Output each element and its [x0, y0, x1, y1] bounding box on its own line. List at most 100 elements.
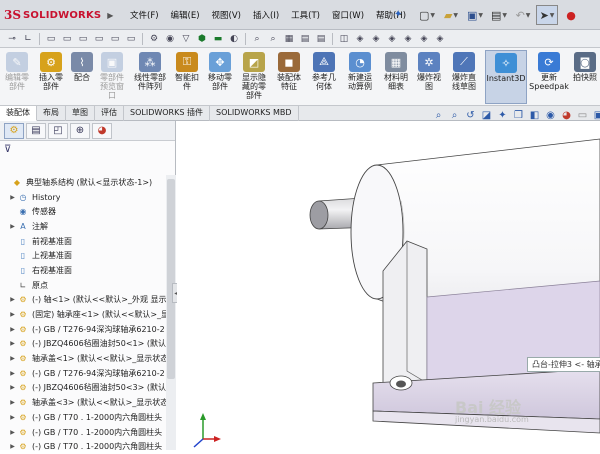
menu-help[interactable]: 帮助(H) [370, 9, 412, 21]
tree-item[interactable]: ▶ ⚙ (-) JBZQ4606毡圈油封50<3> (默认 [0, 381, 168, 396]
tree-item[interactable]: ▶ ⚙ (-) GB / T276-94深沟球轴承6210-2 [0, 322, 168, 337]
tree-item[interactable]: ▶ ⚙ (-) GB / T70 . 1-2000内六角圆柱头 [0, 425, 168, 440]
filter-icon[interactable]: ▽ [179, 32, 193, 46]
save-icon[interactable]: ▣ ▼ [464, 5, 486, 25]
linear-pattern-button[interactable]: ⁂ 线性零部 件阵列 [130, 50, 170, 104]
tab-layout[interactable]: 布局 [37, 106, 66, 121]
expand-arrow-icon[interactable]: ▶ [8, 355, 17, 362]
section-view-icon[interactable]: ◪ [480, 109, 493, 123]
instant3d-button[interactable]: ✧ Instant3D [485, 50, 527, 104]
magnify-icon[interactable]: ⌕ [266, 32, 280, 46]
tree-scrollbar[interactable] [166, 175, 176, 450]
component5-icon[interactable]: ▭ [108, 32, 122, 46]
filter-icon[interactable]: ⊽ [0, 141, 175, 157]
tree-item[interactable]: ▶ A 注解 [0, 219, 168, 234]
dimxpert-tab-icon[interactable]: ⊕ [70, 122, 90, 139]
dynamic-annotation-icon[interactable]: ✦ [496, 109, 509, 123]
apply-scene-icon[interactable]: ▭ [576, 109, 589, 123]
component3-icon[interactable]: ▭ [76, 32, 90, 46]
camera-icon[interactable]: ◫ [337, 32, 351, 46]
tree-item[interactable]: ◉ 传感器 [0, 204, 168, 219]
print-icon[interactable]: ▤ ▼ [488, 5, 510, 25]
view5-icon[interactable]: ◈ [417, 32, 431, 46]
expand-arrow-icon[interactable]: ▶ [8, 326, 17, 333]
insert-component-button[interactable]: ⚙ 插入零 部件 [34, 50, 68, 104]
tree-item[interactable]: ▯ 右视基准面 [0, 263, 168, 278]
component6-icon[interactable]: ▭ [124, 32, 138, 46]
expand-arrow-icon[interactable]: ▶ [8, 296, 17, 303]
tree-item[interactable]: ▶ ⚙ (-) JBZQ4606毡圈油封50<1> (默认 [0, 337, 168, 352]
tree-item[interactable]: ▶ ◷ History [0, 190, 168, 205]
component-preview-button[interactable]: ▣ 零部件 预览窗 口 [96, 50, 128, 104]
component-icon[interactable]: ▭ [44, 32, 58, 46]
zoom-icon[interactable]: ⌕ [250, 32, 264, 46]
new-document-icon[interactable]: ▢ ▼ [416, 5, 438, 25]
table-icon[interactable]: ▦ [282, 32, 296, 46]
options-gear-icon[interactable]: ⚙ [147, 32, 161, 46]
menu-edit[interactable]: 编辑(E) [165, 9, 206, 21]
configuration-manager-tab-icon[interactable]: ◰ [48, 122, 68, 139]
scrollbar-thumb[interactable] [167, 179, 175, 379]
show-hidden-components-button[interactable]: ◩ 显示隐 藏的零 部件 [238, 50, 270, 104]
tree-item[interactable]: ▶ ⚙ (-) 轴<1> (默认<<默认>_外观 显示 [0, 293, 168, 308]
expand-arrow-icon[interactable]: ▶ [8, 340, 17, 347]
display-icon[interactable]: ◉ [163, 32, 177, 46]
tree-item[interactable]: ▶ ⚙ 轴承盖<1> (默认<<默认>_显示状态 [0, 351, 168, 366]
expand-arrow-icon[interactable]: ▶ [8, 370, 17, 377]
tree-item[interactable]: ▶ ⚙ (-) GB / T70 . 1-2000内六角圆柱头 [0, 439, 168, 454]
view3-icon[interactable]: ◈ [385, 32, 399, 46]
assembly-features-button[interactable]: ◼ 装配体 特征 [272, 50, 306, 104]
shaft-face[interactable] [309, 200, 329, 230]
tree-item[interactable]: ▶ ⚙ 轴承盖<3> (默认<<默认>_显示状态 [0, 395, 168, 410]
sheet2-icon[interactable]: ▤ [314, 32, 328, 46]
view-settings-icon[interactable]: ▣ [592, 109, 600, 123]
assembly-3d-model[interactable] [177, 121, 600, 450]
menu-tools[interactable]: 工具(T) [285, 9, 326, 21]
tab-addins[interactable]: SOLIDWORKS 插件 [124, 106, 210, 121]
view-orientation-icon[interactable]: ❒ [512, 109, 525, 123]
view4-icon[interactable]: ◈ [401, 32, 415, 46]
expand-arrow-icon[interactable]: ▶ [8, 399, 17, 406]
component2-icon[interactable]: ▭ [60, 32, 74, 46]
sketch-origin-icon[interactable]: ∟ [21, 32, 35, 46]
undo-icon[interactable]: ↶ ▼ [512, 5, 534, 25]
new-motion-study-button[interactable]: ◔ 新建运 动算例 [344, 50, 376, 104]
tab-evaluate[interactable]: 评估 [95, 106, 124, 121]
expand-arrow-icon[interactable]: ▶ [8, 414, 17, 421]
hide-show-items-icon[interactable]: ◉ [544, 109, 557, 123]
tree-item[interactable]: ▶ ⚙ (-) GB / T70 . 1-2000内六角圆柱头 [0, 410, 168, 425]
explode-line-sketch-button[interactable]: ⟋ 爆炸直 线草图 [446, 50, 482, 104]
expand-arrow-icon[interactable]: ▶ [8, 384, 17, 391]
tree-item[interactable]: ▶ ⚙ (-) GB / T276-94深沟球轴承6210-2 [0, 366, 168, 381]
expand-arrow-icon[interactable]: ▶ [8, 443, 17, 450]
graphics-viewport[interactable]: 凸台-拉伸3 <- 轴承 [177, 121, 600, 450]
rebuild-traffic-light-icon[interactable]: ● [560, 5, 582, 25]
open-folder-icon[interactable]: ▰ ▼ [440, 5, 462, 25]
sheet-icon[interactable]: ▤ [298, 32, 312, 46]
solidworks-logo[interactable]: 3S SOLIDWORKS ▶ [4, 6, 113, 24]
exploded-view-button[interactable]: ✲ 爆炸视 图 [414, 50, 444, 104]
expand-arrow-icon[interactable]: ▶ [8, 194, 17, 201]
view6-icon[interactable]: ◈ [433, 32, 447, 46]
logo-dropdown-icon[interactable]: ▶ [107, 11, 113, 20]
property-manager-tab-icon[interactable]: ▤ [26, 122, 46, 139]
select-pointer-icon[interactable]: ➤ ▼ [536, 5, 558, 25]
component4-icon[interactable]: ▭ [92, 32, 106, 46]
tree-item[interactable]: ▶ ⚙ (固定) 轴承座<1> (默认<<默认>_显 [0, 307, 168, 322]
update-speedpak-button[interactable]: ⟳ 更新 Speedpak [529, 50, 569, 104]
zoom-to-fit-icon[interactable]: ⌕ [432, 109, 445, 123]
display-style-icon[interactable]: ◧ [528, 109, 541, 123]
edit-appearance-icon[interactable]: ◕ [560, 109, 573, 123]
expand-arrow-icon[interactable]: ▶ [8, 311, 17, 318]
take-snapshot-button[interactable]: ◙ 拍快照 [570, 50, 600, 104]
display-mode-icon[interactable]: ◐ [227, 32, 241, 46]
tab-assembly[interactable]: 装配体 [0, 106, 37, 121]
smart-fasteners-button[interactable]: ⚿ 智能扣 件 [172, 50, 202, 104]
menu-view[interactable]: 视图(V) [206, 9, 247, 21]
zoom-area-icon[interactable]: ⌕ [448, 109, 461, 123]
bill-of-materials-button[interactable]: ▦ 材料明 细表 [380, 50, 412, 104]
view2-icon[interactable]: ◈ [369, 32, 383, 46]
tree-item[interactable]: ▯ 前视基准面 [0, 234, 168, 249]
tree-item[interactable]: ∟ 原点 [0, 278, 168, 293]
view-icon[interactable]: ◈ [353, 32, 367, 46]
